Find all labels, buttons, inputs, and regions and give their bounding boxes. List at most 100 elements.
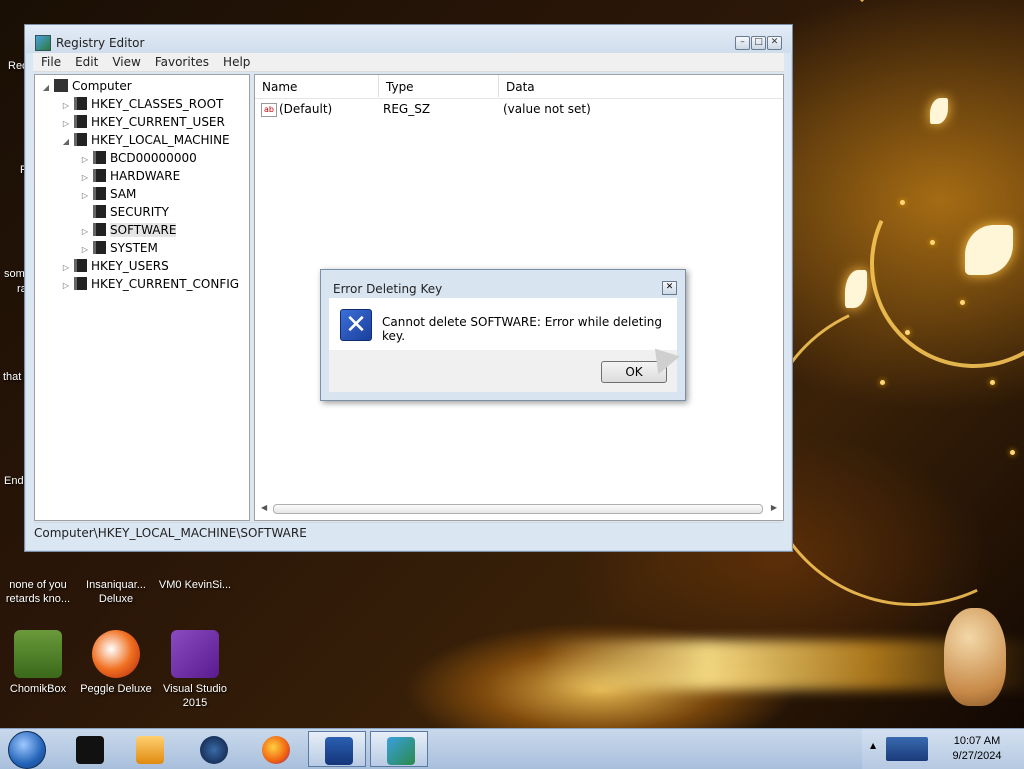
expander-icon[interactable]: ◢ [41, 79, 51, 97]
registry-editor-icon [387, 737, 415, 765]
tree-node-sam[interactable]: ▷ SAM [80, 185, 136, 203]
tree-node-label: HKEY_CLASSES_ROOT [91, 97, 224, 111]
desktop-icon-chomikbox[interactable]: ChomikBox [0, 630, 76, 696]
folder-icon [74, 277, 87, 290]
close-button[interactable]: ✕ [767, 36, 782, 50]
tree-node-computer[interactable]: ◢ Computer [41, 77, 132, 95]
registry-tree[interactable]: ◢ Computer ▷ HKEY_CLASSES_ROOT ▷ HKEY_CURRE… [34, 74, 250, 521]
registry-editor-icon [35, 35, 51, 51]
expander-icon[interactable]: ◢ [61, 133, 71, 151]
scrollbar-thumb[interactable] [273, 504, 763, 514]
folder-icon [74, 133, 87, 146]
column-header-name[interactable]: Name [255, 75, 379, 97]
folder-icon [93, 205, 106, 218]
show-hidden-icons-icon[interactable]: ▲ [870, 741, 876, 750]
dialog-close-button[interactable]: ✕ [662, 281, 677, 295]
computer-icon [54, 79, 68, 92]
tree-node-hkcr[interactable]: ▷ HKEY_CLASSES_ROOT [61, 95, 223, 113]
menu-favorites[interactable]: Favorites [147, 53, 215, 69]
menu-view[interactable]: View [104, 53, 146, 69]
menu-bar: File Edit View Favorites Help [33, 53, 784, 72]
dialog-message: Cannot delete SOFTWARE: Error while dele… [382, 315, 663, 343]
taskbar-network-app[interactable] [308, 731, 366, 767]
value-name: (Default) [279, 102, 333, 116]
desktop-icon-visual-studio[interactable]: Visual Studio 2015 [157, 630, 233, 710]
tree-node-hkcu[interactable]: ▷ HKEY_CURRENT_USER [61, 113, 225, 131]
status-bar: Computer\HKEY_LOCAL_MACHINE\SOFTWARE [34, 522, 782, 543]
column-header-type[interactable]: Type [379, 75, 499, 97]
peggle-icon [92, 630, 140, 678]
wallpaper-sparkle [880, 380, 885, 385]
column-header-row: Name Type Data [255, 75, 783, 99]
tree-node-security[interactable]: SECURITY [80, 203, 169, 221]
wallpaper-sparkle [905, 330, 910, 335]
desktop-icon-label: Visual Studio 2015 [162, 683, 227, 709]
desktop-edge-label: End [4, 475, 24, 487]
tree-node-label: Computer [72, 79, 132, 93]
tree-node-hku[interactable]: ▷ HKEY_USERS [61, 257, 169, 275]
desktop-edge-label: som [4, 268, 25, 280]
desktop-icon[interactable]: VM0 KevinSi... [157, 578, 233, 592]
expander-icon[interactable]: ▷ [61, 277, 71, 295]
taskbar-firefox[interactable] [246, 731, 304, 767]
tree-node-hkcc[interactable]: ▷ HKEY_CURRENT_CONFIG [61, 275, 239, 293]
system-tray: ▲ 10:07 AM 9/27/2024 [862, 729, 1024, 769]
menu-file[interactable]: File [33, 53, 67, 69]
desktop-icon-label: Insaniquar... Deluxe [86, 579, 146, 605]
desktop-icon[interactable]: none of you retards kno... [0, 578, 76, 606]
menu-edit[interactable]: Edit [67, 53, 104, 69]
dialog-message-area: ✕ Cannot delete SOFTWARE: Error while de… [329, 298, 677, 350]
folder-icon [93, 169, 106, 182]
tree-node-software[interactable]: ▷ SOFTWARE [80, 221, 177, 239]
desktop-icon[interactable]: Insaniquar... Deluxe [78, 578, 154, 606]
column-header-data[interactable]: Data [499, 75, 783, 97]
tree-node-hklm[interactable]: ◢ HKEY_LOCAL_MACHINE [61, 131, 230, 149]
desktop-edge-label: that [3, 371, 22, 383]
clock[interactable]: 10:07 AM 9/27/2024 [947, 734, 1007, 764]
error-dialog: Error Deleting Key ✕ ✕ Cannot delete SOF… [320, 269, 686, 401]
maximize-button[interactable]: □ [751, 36, 766, 50]
taskbar-browser[interactable] [184, 731, 242, 767]
tree-node-system[interactable]: ▷ SYSTEM [80, 239, 158, 257]
wallpaper-sparkle [930, 240, 935, 245]
taskbar-registry-editor[interactable] [370, 731, 428, 767]
taskbar-app-1[interactable] [60, 731, 118, 767]
minimize-button[interactable]: – [735, 36, 750, 50]
wallpaper-sparkle [960, 300, 965, 305]
firefox-icon [262, 736, 290, 764]
tree-node-label: HKEY_CURRENT_USER [91, 115, 225, 129]
chomikbox-icon [14, 630, 62, 678]
taskbar-media-player[interactable] [120, 731, 178, 767]
desktop-icon-peggle[interactable]: Peggle Deluxe [78, 630, 154, 696]
media-player-icon [136, 736, 164, 764]
scroll-left-icon[interactable]: ◀ [261, 503, 267, 512]
tree-node-label: HARDWARE [110, 169, 181, 183]
tree-node-bcd[interactable]: ▷ BCD00000000 [80, 149, 197, 167]
folder-icon [74, 97, 87, 110]
wallpaper-sparkle [900, 200, 905, 205]
folder-icon [93, 241, 106, 254]
folder-icon [74, 259, 87, 272]
title-bar[interactable]: Registry Editor – □ ✕ [25, 25, 792, 53]
string-value-icon: ab [261, 103, 277, 117]
desktop-icon-label: ChomikBox [9, 683, 67, 695]
clock-time: 10:07 AM [953, 735, 1001, 747]
menu-help[interactable]: Help [215, 53, 256, 69]
value-type: REG_SZ [383, 102, 431, 116]
wallpaper-sparkle [1010, 450, 1015, 455]
horizontal-scrollbar[interactable]: ◀ ▶ [261, 503, 777, 515]
network-status-icon[interactable] [886, 737, 928, 761]
folder-icon [93, 187, 106, 200]
value-data: (value not set) [503, 102, 591, 116]
tree-node-label: SAM [110, 187, 137, 201]
tree-node-hardware[interactable]: ▷ HARDWARE [80, 167, 180, 185]
tree-node-label: HKEY_LOCAL_MACHINE [91, 133, 230, 147]
scroll-right-icon[interactable]: ▶ [771, 503, 777, 512]
error-icon: ✕ [340, 309, 372, 341]
desktop-icon-label: none of you retards kno... [5, 579, 71, 605]
clock-date: 9/27/2024 [952, 750, 1002, 762]
tree-node-label: SYSTEM [110, 241, 158, 255]
desktop-icon-label: Peggle Deluxe [80, 683, 152, 695]
start-button[interactable] [8, 731, 46, 769]
taskbar: ▲ 10:07 AM 9/27/2024 [0, 728, 1024, 769]
